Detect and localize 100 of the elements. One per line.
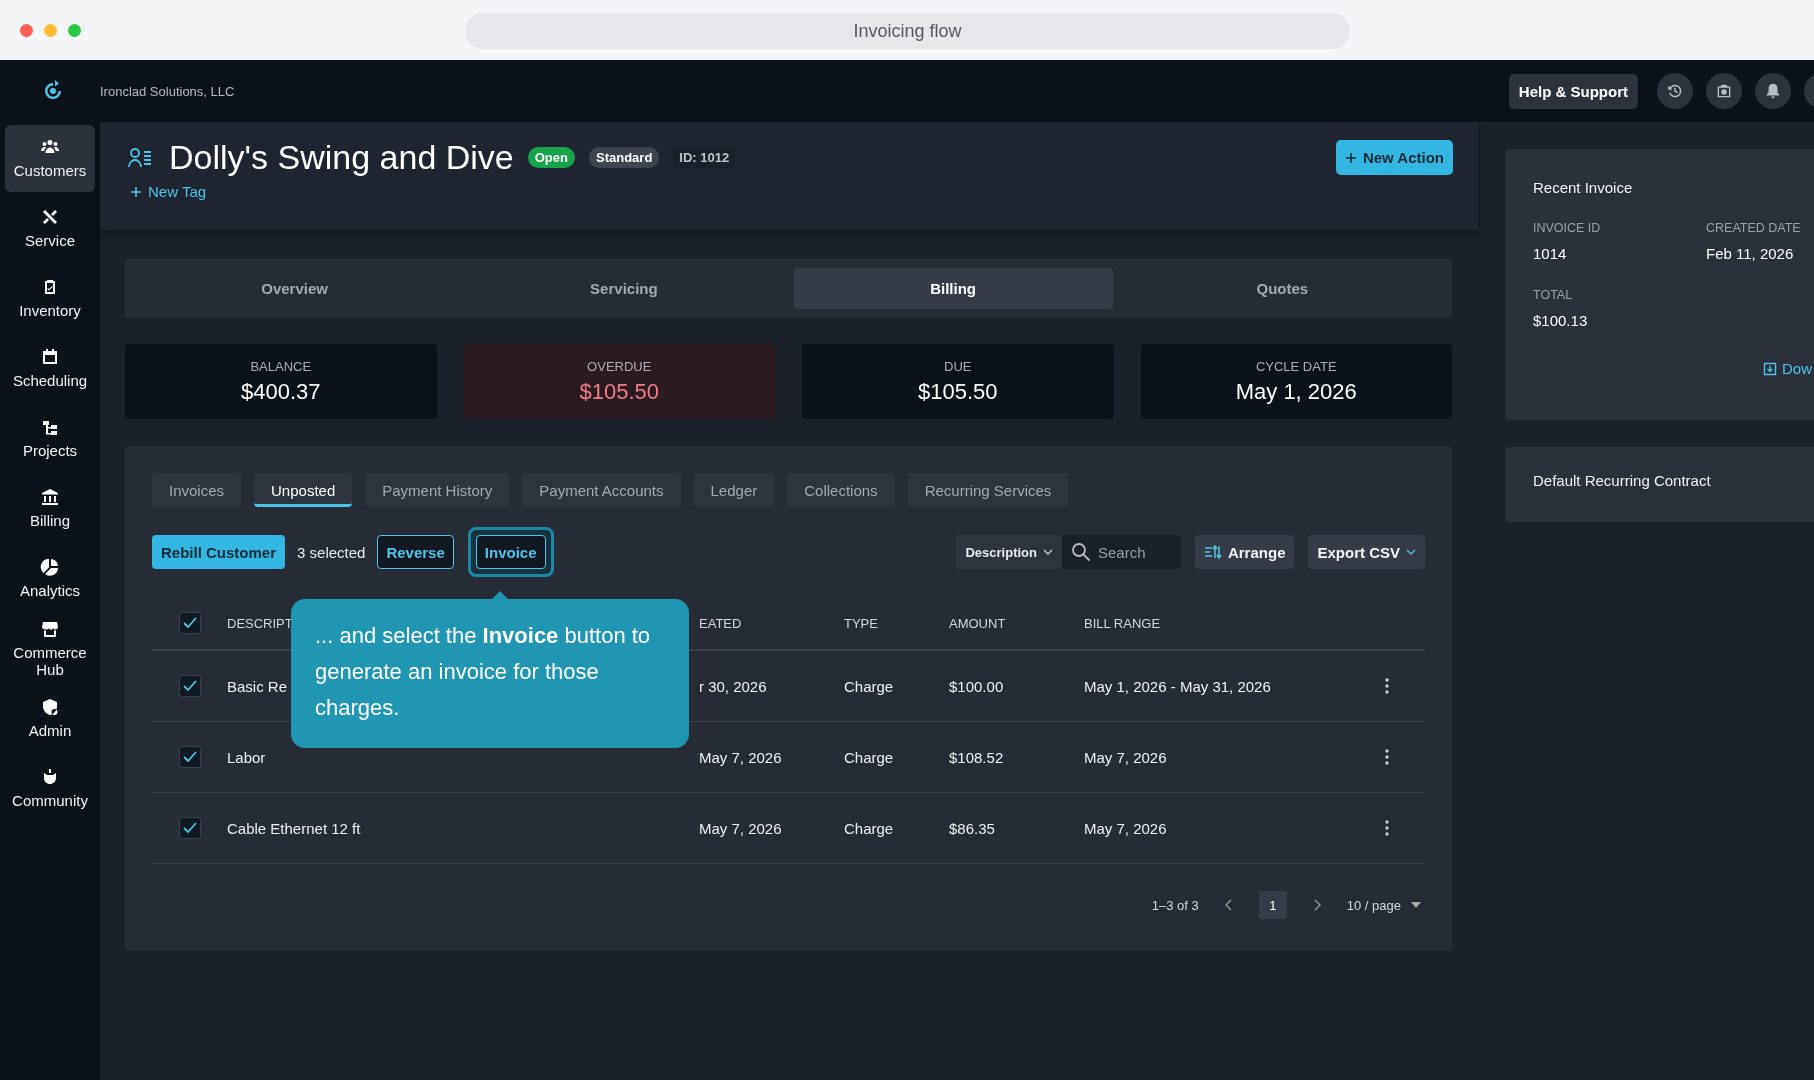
field-value: Feb 11, 2026 bbox=[1706, 245, 1795, 262]
row-checkbox[interactable] bbox=[178, 746, 201, 768]
table-cell-text: Charge bbox=[844, 819, 895, 837]
table-cell-text: $100.00 bbox=[949, 677, 1005, 695]
selection-count: 3 selected bbox=[297, 543, 366, 561]
sidebar-item[interactable]: Inventory bbox=[5, 265, 95, 332]
table-cell-text: May 1, 2026 - May 31, 2026 bbox=[1084, 677, 1272, 695]
tab[interactable]: Overview bbox=[135, 268, 455, 309]
close-window-icon[interactable] bbox=[20, 23, 33, 37]
bank-icon bbox=[40, 487, 60, 508]
customer-name: Dolly's Swing and Dive bbox=[169, 138, 514, 177]
new-tag-link[interactable]: New Tag bbox=[130, 183, 207, 200]
field-value: $100.13 bbox=[1533, 312, 1589, 329]
table-cell-text: $86.35 bbox=[949, 819, 996, 837]
card-title: Recent Invoice bbox=[1533, 179, 1634, 196]
more-icon[interactable] bbox=[1385, 749, 1389, 765]
sidebar-item[interactable]: Community bbox=[5, 755, 95, 822]
row-checkbox[interactable] bbox=[178, 675, 201, 697]
table-cell-text: May 7, 2026 bbox=[699, 819, 783, 837]
table-cell-text: May 7, 2026 bbox=[1084, 819, 1168, 837]
sidebar-item[interactable]: Projects bbox=[5, 405, 95, 472]
search-field[interactable]: Search bbox=[1061, 535, 1181, 569]
column-header: BILL RANGE bbox=[1084, 615, 1162, 631]
table-cell-text: Labor bbox=[227, 748, 267, 766]
sidebar-item[interactable]: Scheduling bbox=[5, 335, 95, 402]
sidebar-item[interactable]: Service bbox=[5, 195, 95, 262]
rebill-button[interactable]: Rebill Customer bbox=[152, 535, 286, 569]
subtab[interactable]: Recurring Services bbox=[907, 473, 1069, 507]
stat-value: $400.37 bbox=[241, 378, 321, 405]
column-header: TYPE bbox=[844, 615, 879, 631]
bell-icon[interactable] bbox=[1755, 73, 1791, 109]
pie-chart-icon bbox=[40, 557, 60, 578]
table-cell-text: Basic Re bbox=[227, 677, 289, 695]
subtab[interactable]: Unposted bbox=[254, 473, 353, 507]
stat-value: $105.50 bbox=[579, 378, 659, 405]
column-header: DESCRIPT bbox=[227, 615, 294, 631]
reverse-button[interactable]: Reverse bbox=[377, 535, 454, 569]
stat-label: OVERDUE bbox=[587, 358, 652, 374]
tab[interactable]: Quotes bbox=[1122, 268, 1442, 309]
table-cell-text: May 7, 2026 bbox=[1084, 748, 1168, 766]
shield-icon bbox=[40, 697, 60, 718]
sidebar-item[interactable]: Admin bbox=[5, 685, 95, 752]
customer-id: ID: 1012 bbox=[673, 147, 736, 168]
checkmark-icon bbox=[182, 617, 197, 629]
status-tag: Standard bbox=[589, 147, 660, 168]
more-icon[interactable] bbox=[1385, 820, 1389, 836]
tab[interactable]: Billing bbox=[793, 268, 1113, 309]
help-button[interactable]: Help & Support bbox=[1508, 73, 1638, 109]
table-cell-text: $108.52 bbox=[949, 748, 1005, 766]
table-cell-text: Cable Ethernet 12 ft bbox=[227, 819, 362, 837]
history-icon[interactable] bbox=[1657, 73, 1693, 109]
card-title: Default Recurring Contract bbox=[1533, 472, 1712, 489]
tooltip: ... and select the Invoice button to generate an invoice for those charges. bbox=[291, 599, 689, 748]
search-icon bbox=[1070, 542, 1091, 562]
subtab[interactable]: Ledger bbox=[693, 473, 775, 507]
tab[interactable]: Servicing bbox=[464, 268, 784, 309]
new-action-button[interactable]: New Action bbox=[1335, 140, 1453, 175]
stat-label: DUE bbox=[944, 358, 972, 374]
sliders-icon bbox=[1203, 545, 1222, 559]
table-cell-text: Charge bbox=[844, 748, 895, 766]
chevron-right-icon[interactable] bbox=[1312, 899, 1321, 911]
subtab[interactable]: Collections bbox=[787, 473, 895, 507]
customer-icon bbox=[127, 146, 153, 169]
field-label: INVOICE ID bbox=[1533, 221, 1602, 235]
checkmark-icon bbox=[182, 822, 197, 834]
filter-dropdown[interactable]: Description bbox=[956, 535, 1062, 569]
checkmark-icon bbox=[182, 680, 197, 692]
plus-icon bbox=[1344, 151, 1357, 164]
chevron-left-icon[interactable] bbox=[1224, 899, 1233, 911]
export-csv-button[interactable]: Export CSV bbox=[1308, 535, 1425, 569]
checkmark-icon bbox=[182, 751, 197, 763]
camera-icon[interactable] bbox=[1706, 73, 1742, 109]
column-header: EATED bbox=[699, 615, 743, 631]
field-value: 1014 bbox=[1533, 245, 1568, 262]
chevron-down-icon bbox=[1406, 549, 1416, 555]
field-label: TOTAL bbox=[1533, 288, 1574, 302]
chevron-down-icon bbox=[1042, 549, 1053, 555]
sidebar-item[interactable]: Analytics bbox=[5, 545, 95, 612]
arrange-button[interactable]: Arrange bbox=[1194, 535, 1295, 569]
subtab[interactable]: Payment Accounts bbox=[522, 473, 681, 507]
row-checkbox[interactable] bbox=[178, 817, 201, 839]
more-icon[interactable] bbox=[1385, 678, 1389, 694]
plus-icon bbox=[130, 185, 142, 198]
subtab[interactable]: Payment History bbox=[365, 473, 510, 507]
sidebar-item[interactable]: Customers bbox=[5, 125, 95, 192]
sidebar-item[interactable]: Commerce Hub bbox=[5, 615, 95, 682]
download-link[interactable]: Dow bbox=[1763, 360, 1812, 377]
table-cell-text: May 7, 2026 bbox=[699, 748, 783, 766]
stat-label: CYCLE DATE bbox=[1255, 358, 1337, 374]
invoice-button[interactable]: Invoice bbox=[475, 535, 546, 569]
page-button[interactable]: 1 bbox=[1258, 891, 1287, 919]
table-cell-text: r 30, 2026 bbox=[699, 677, 768, 695]
sidebar-item[interactable]: Billing bbox=[5, 475, 95, 542]
select-all-checkbox[interactable] bbox=[178, 612, 201, 634]
company-name: Ironclad Solutions, LLC bbox=[100, 83, 235, 99]
column-header: AMOUNT bbox=[949, 615, 1007, 631]
table-cell-text: Charge bbox=[844, 677, 895, 695]
stat-label: BALANCE bbox=[250, 358, 312, 374]
page-size-dropdown[interactable]: 10 / page bbox=[1346, 897, 1421, 913]
subtab[interactable]: Invoices bbox=[152, 473, 242, 507]
